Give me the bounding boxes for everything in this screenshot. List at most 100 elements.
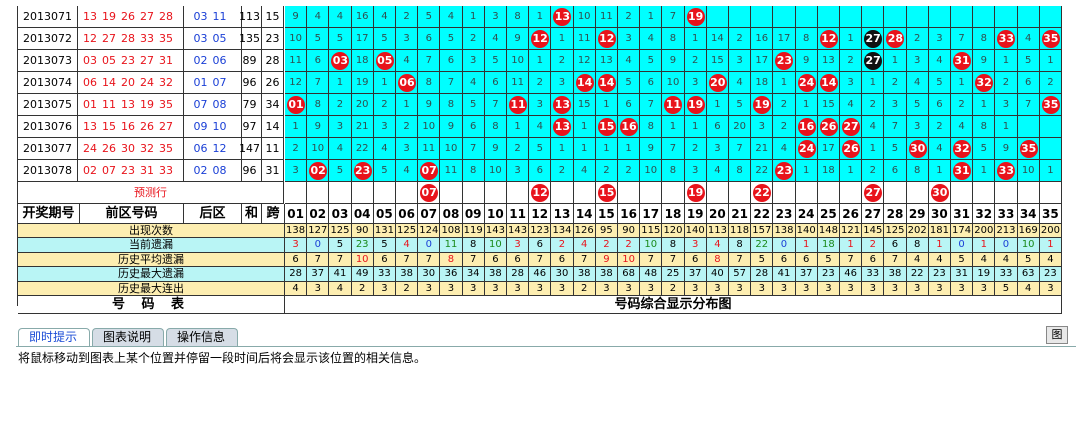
- hit-ball: 12: [819, 30, 838, 48]
- distribution-cell: 12: [573, 50, 596, 72]
- distribution-cell: 10: [507, 50, 530, 72]
- distribution-cell: 9: [285, 6, 308, 28]
- corner-button[interactable]: 图: [1046, 326, 1068, 344]
- stat-label: 历史最大连出: [18, 281, 285, 296]
- front-number: 06: [83, 76, 97, 89]
- front-number: 03: [83, 54, 97, 67]
- hit-ball: 23: [353, 162, 372, 180]
- distribution-cell: 2: [285, 138, 308, 160]
- stat-value: 3: [906, 281, 929, 296]
- distribution-cell: [840, 6, 863, 28]
- stat-value: 3: [640, 281, 663, 296]
- distribution-cell: 1: [640, 6, 663, 28]
- stat-value: 3: [595, 281, 618, 296]
- stat-value: 0: [951, 238, 974, 253]
- stat-value: 8: [706, 252, 729, 268]
- stat-value: 3: [817, 281, 840, 296]
- stat-value: 121: [840, 224, 863, 239]
- stat-value: 115: [640, 224, 663, 239]
- header-number: 08: [440, 204, 463, 224]
- stat-value: 143: [484, 224, 507, 239]
- stat-value: 4: [706, 238, 729, 253]
- distribution-cell: 7: [662, 6, 685, 28]
- distribution-cell: 9: [484, 138, 507, 160]
- distribution-cell: 3: [684, 72, 707, 94]
- stat-value: 3: [951, 281, 974, 296]
- issue-cell: 2013071: [18, 6, 78, 28]
- stat-value: 37: [307, 267, 330, 282]
- distribution-cell: [1017, 6, 1040, 28]
- stat-value: 23: [351, 238, 374, 253]
- back-numbers-cell: 09 10: [184, 116, 242, 138]
- stat-value: 2: [351, 281, 374, 296]
- front-number: 27: [102, 32, 116, 45]
- predict-cell: [951, 182, 974, 204]
- stat-value: 5: [951, 252, 974, 268]
- stat-value: 3: [551, 281, 574, 296]
- predict-cell: [329, 182, 352, 204]
- distribution-cell: 22: [351, 138, 374, 160]
- stat-value: 181: [928, 224, 951, 239]
- issue-cell: 2013076: [18, 116, 78, 138]
- distribution-cell: 1: [973, 94, 996, 116]
- stat-value: 38: [573, 267, 596, 282]
- sum-cell: 96: [238, 72, 262, 94]
- distribution-cell: 16: [351, 6, 374, 28]
- predict-cell: [640, 182, 663, 204]
- distribution-cell: 2: [840, 50, 863, 72]
- stat-value: 3: [729, 281, 752, 296]
- distribution-cell: 22: [751, 160, 774, 182]
- distribution-cell: 11: [440, 160, 463, 182]
- distribution-cell: 2: [773, 116, 796, 138]
- distribution-cell: 9: [418, 94, 441, 116]
- stat-value: 4: [329, 281, 352, 296]
- distribution-cell: 7: [1017, 94, 1040, 116]
- stat-value: 3: [840, 281, 863, 296]
- distribution-cell: 6: [884, 160, 907, 182]
- distribution-cell: 3: [551, 72, 574, 94]
- distribution-cell: 6: [706, 116, 729, 138]
- header-issue: 开奖期号: [18, 204, 80, 224]
- back-number: 08: [212, 98, 227, 111]
- distribution-cell: 5: [640, 50, 663, 72]
- distribution-cell: [884, 6, 907, 28]
- distribution-cell: 7: [662, 138, 685, 160]
- back-number: 06: [193, 142, 208, 155]
- distribution-cell: 3: [285, 160, 308, 182]
- distribution-cell: 1: [507, 116, 530, 138]
- hit-ball: 15: [597, 118, 616, 136]
- predict-cell: [484, 182, 507, 204]
- distribution-cell: 3: [484, 6, 507, 28]
- sum-cell: 135: [238, 28, 262, 50]
- header-number: 19: [684, 204, 707, 224]
- stat-value: 6: [484, 252, 507, 268]
- distribution-cell: 7: [951, 28, 974, 50]
- back-numbers-cell: 02 06: [184, 50, 242, 72]
- tab-instant-tip[interactable]: 即时提示: [18, 328, 90, 347]
- front-number: 31: [159, 54, 173, 67]
- hit-ball: 20: [708, 74, 727, 92]
- tab-operation-info[interactable]: 操作信息: [166, 328, 238, 346]
- back-number: 08: [212, 164, 227, 177]
- back-numbers-cell: 07 08: [184, 94, 242, 116]
- front-number: 13: [83, 10, 97, 23]
- stat-value: 213: [995, 224, 1018, 239]
- distribution-cell: [1039, 138, 1062, 160]
- stat-value: 4: [928, 252, 951, 268]
- stat-value: 7: [329, 252, 352, 268]
- distribution-cell: 6: [484, 72, 507, 94]
- stat-value: 38: [484, 267, 507, 282]
- hit-ball: 31: [953, 52, 971, 70]
- header-number: 23: [773, 204, 796, 224]
- distribution-cell: 4: [773, 138, 796, 160]
- front-number: 35: [159, 32, 173, 45]
- distribution-cell: [729, 6, 752, 28]
- back-number: 06: [212, 54, 227, 67]
- stat-label: 当前遗漏: [18, 238, 285, 253]
- distribution-cell: 3: [373, 116, 396, 138]
- distribution-cell: [951, 6, 974, 28]
- distribution-cell: 4: [373, 6, 396, 28]
- distribution-cell: 1: [973, 160, 996, 182]
- tab-chart-description[interactable]: 图表说明: [92, 328, 164, 346]
- distribution-cell: 4: [862, 116, 885, 138]
